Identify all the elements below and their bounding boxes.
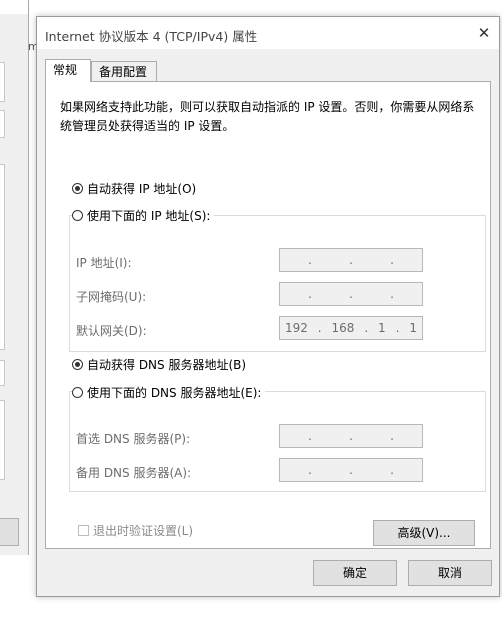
preferred-dns-field: ... (279, 424, 423, 448)
auto-dns-radio[interactable]: 自动获得 DNS 服务器地址(B) (72, 356, 251, 373)
ip-octet: 192 (284, 321, 308, 335)
tab-alternate-configuration[interactable]: 备用配置 (91, 61, 157, 81)
ok-button[interactable]: 确定 (313, 560, 397, 586)
ip-separator: . (390, 429, 394, 443)
background-window-list (0, 164, 5, 350)
cancel-button[interactable]: 取消 (408, 560, 492, 586)
auto-dns-label: 自动获得 DNS 服务器地址(B) (87, 358, 247, 372)
general-tab-panel: 如果网络支持此功能，则可以获取自动指派的 IP 设置。否则，你需要从网络系统管理… (45, 81, 491, 549)
background-window-button (0, 518, 19, 546)
ip-octet: 1 (378, 321, 386, 335)
validate-on-exit-label: 退出时验证设置(L) (93, 524, 194, 538)
default-gateway-field: 192. 168. 1. 1 (279, 316, 423, 340)
ip-separator: . (317, 321, 322, 335)
auto-ip-label: 自动获得 IP 地址(O) (87, 182, 197, 196)
title-bar: Internet 协议版本 4 (TCP/IPv4) 属性 ✕ (37, 17, 499, 49)
auto-ip-radio[interactable]: 自动获得 IP 地址(O) (72, 180, 201, 197)
ip-separator: . (307, 429, 312, 443)
ip-separator: . (307, 253, 312, 267)
ip-octet: 168 (331, 321, 355, 335)
background-window-field (0, 360, 5, 386)
tab-general[interactable]: 常规 (45, 59, 91, 82)
ip-separator: . (307, 463, 312, 477)
checkbox-unchecked-icon (78, 525, 89, 536)
ip-separator: . (349, 429, 353, 443)
manual-dns-label: 使用下面的 DNS 服务器地址(E): (87, 386, 262, 400)
background-window (0, 0, 29, 555)
advanced-button[interactable]: 高级(V)... (373, 520, 475, 546)
default-gateway-label: 默认网关(D): (76, 324, 147, 338)
close-button[interactable]: ✕ (469, 17, 499, 49)
ip-separator: . (364, 321, 369, 335)
alternate-dns-field: ... (279, 458, 423, 482)
ip-separator: . (390, 287, 394, 301)
ip-separator: . (349, 287, 353, 301)
radio-selected-icon (72, 183, 83, 194)
background-window-field (0, 62, 5, 102)
preferred-dns-label: 首选 DNS 服务器(P): (76, 432, 191, 446)
ip-separator: . (390, 253, 394, 267)
ip-separator: . (307, 287, 312, 301)
radio-unselected-icon (72, 387, 83, 398)
description-text: 如果网络支持此功能，则可以获取自动指派的 IP 设置。否则，你需要从网络系统管理… (60, 100, 475, 133)
subnet-mask-field: ... (279, 282, 423, 306)
ip-octet: 1 (409, 321, 417, 335)
ip-separator: . (390, 463, 394, 477)
ip-separator: . (349, 463, 353, 477)
background-window-field (0, 110, 5, 138)
manual-ip-label: 使用下面的 IP 地址(S): (87, 209, 211, 223)
validate-on-exit-checkbox: 退出时验证设置(L) (78, 522, 193, 539)
manual-ip-radio[interactable]: 使用下面的 IP 地址(S): (72, 207, 215, 224)
ip-address-field: ... (279, 248, 423, 272)
ip-separator: . (349, 253, 353, 267)
manual-dns-radio[interactable]: 使用下面的 DNS 服务器地址(E): (72, 384, 266, 401)
ip-address-label: IP 地址(I): (76, 256, 132, 270)
radio-selected-icon (72, 359, 83, 370)
tcpipv4-properties-dialog: Internet 协议版本 4 (TCP/IPv4) 属性 ✕ 常规 备用配置 … (36, 16, 500, 597)
subnet-mask-label: 子网掩码(U): (76, 290, 147, 304)
close-icon: ✕ (477, 24, 491, 42)
background-window-field (0, 400, 5, 480)
background-window-titlebar (0, 0, 28, 14)
radio-unselected-icon (72, 210, 83, 221)
ip-separator: . (395, 321, 400, 335)
alternate-dns-label: 备用 DNS 服务器(A): (76, 466, 192, 480)
dialog-title: Internet 协议版本 4 (TCP/IPv4) 属性 (45, 29, 258, 44)
